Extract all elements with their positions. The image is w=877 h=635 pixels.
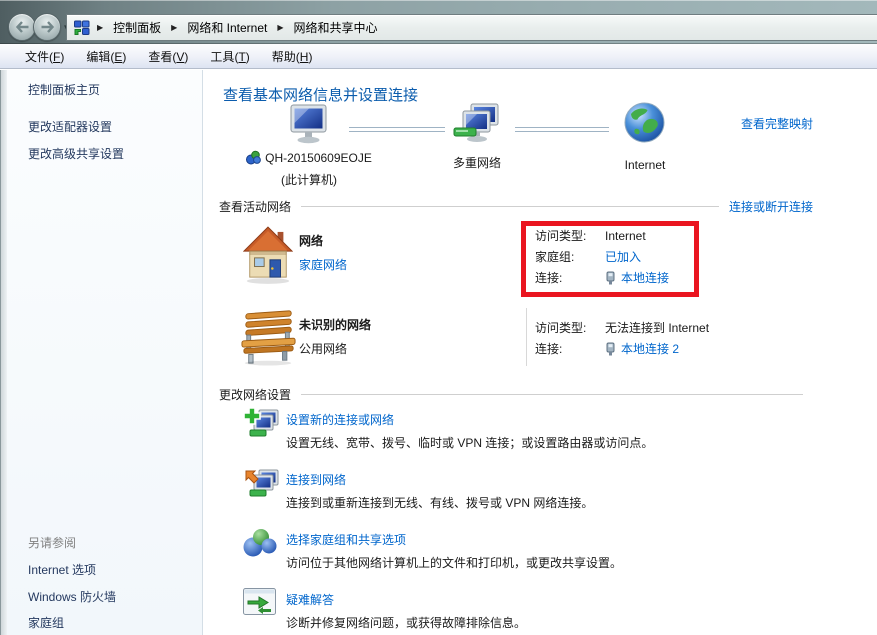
breadcrumb-network-sharing-center[interactable]: 网络和共享中心 xyxy=(291,17,381,38)
internet-globe-icon[interactable] xyxy=(623,101,666,147)
change-settings-header: 更改网络设置 xyxy=(219,386,291,403)
page-title: 查看基本网络信息并设置连接 xyxy=(223,84,418,105)
troubleshoot-desc: 诊断并修复网络问题，或获得故障排除信息。 xyxy=(286,614,526,631)
connect-to-network-link[interactable]: 连接到网络 xyxy=(286,471,346,488)
see-also-header: 另请参阅 xyxy=(28,534,76,551)
change-settings-section: 更改网络设置 xyxy=(219,386,813,403)
this-computer-icon[interactable] xyxy=(285,103,331,148)
home-network-icon xyxy=(243,225,293,288)
sidebar-item-change-advanced-sharing[interactable]: 更改高级共享设置 xyxy=(28,145,124,162)
network2-category: 公用网络 xyxy=(299,340,347,357)
view-full-map-link[interactable]: 查看完整映射 xyxy=(741,115,813,132)
homegroup-options-link[interactable]: 选择家庭组和共享选项 xyxy=(286,531,406,548)
section-rule xyxy=(301,206,719,207)
network-sharing-center-window: ▾ ▶ 控制面板 ▶ 网络和 Internet ▶ 网络和共享中心 文件(F) … xyxy=(0,0,877,635)
sidebar-item-homegroup[interactable]: 家庭组 xyxy=(28,614,64,631)
menu-help[interactable]: 帮助(H) xyxy=(261,45,324,68)
connect-to-network-desc: 连接到或重新连接到无线、有线、拨号或 VPN 网络连接。 xyxy=(286,494,593,511)
troubleshoot-icon[interactable] xyxy=(242,586,278,621)
troubleshoot-link[interactable]: 疑难解答 xyxy=(286,591,334,608)
computer-name-label: QH-20150609EOJE (此计算机) xyxy=(221,150,397,188)
section-rule xyxy=(301,394,803,395)
this-computer-note: (此计算机) xyxy=(221,171,397,188)
window-titlebar: ▾ ▶ 控制面板 ▶ 网络和 Internet ▶ 网络和共享中心 xyxy=(0,0,877,44)
sidebar-item-change-adapter-settings[interactable]: 更改适配器设置 xyxy=(28,118,112,135)
sidebar-item-windows-firewall[interactable]: Windows 防火墙 xyxy=(28,588,116,605)
multiple-networks-icon[interactable] xyxy=(451,103,501,148)
public-network-icon xyxy=(240,310,298,369)
local-connection2-link[interactable]: 本地连接 2 xyxy=(621,340,679,357)
breadcrumb-chevron[interactable]: ▶ xyxy=(95,23,105,32)
access-type-label: 访问类型: xyxy=(535,319,605,336)
access-type-value: 无法连接到 Internet xyxy=(605,319,709,336)
forward-arrow-icon xyxy=(40,21,55,33)
connect-disconnect-link[interactable]: 连接或断开连接 xyxy=(729,198,813,215)
network1-name: 网络 xyxy=(299,232,323,249)
ethernet-adapter-icon xyxy=(605,342,616,356)
sidebar-item-internet-options[interactable]: Internet 选项 xyxy=(28,561,96,578)
back-button[interactable] xyxy=(8,13,36,41)
breadcrumb-network-internet[interactable]: 网络和 Internet xyxy=(184,17,270,38)
map-connector-line xyxy=(515,127,609,132)
multiple-networks-label: 多重网络 xyxy=(437,154,517,171)
setup-new-connection-desc: 设置无线、宽带、拨号、临时或 VPN 连接；或设置路由器或访问点。 xyxy=(286,434,653,451)
homegroup-options-icon[interactable] xyxy=(242,526,278,563)
sidebar: 控制面板主页 更改适配器设置 更改高级共享设置 另请参阅 Internet 选项… xyxy=(7,70,203,635)
details-divider xyxy=(526,308,527,366)
breadcrumb-control-panel[interactable]: 控制面板 xyxy=(110,17,164,38)
breadcrumb-chevron[interactable]: ▶ xyxy=(169,23,179,32)
active-networks-header: 查看活动网络 xyxy=(219,198,291,215)
network2-name: 未识别的网络 xyxy=(299,316,371,333)
sidebar-item-control-panel-home[interactable]: 控制面板主页 xyxy=(28,81,100,98)
new-connection-icon[interactable] xyxy=(242,406,280,445)
window-body: 控制面板主页 更改适配器设置 更改高级共享设置 另请参阅 Internet 选项… xyxy=(0,70,877,635)
network-sharing-center-icon[interactable] xyxy=(73,20,90,36)
active-networks-section: 查看活动网络 连接或断开连接 xyxy=(219,198,813,215)
connections-label: 连接: xyxy=(535,340,605,357)
connect-to-network-icon[interactable] xyxy=(242,466,280,505)
forward-button[interactable] xyxy=(33,13,61,41)
menu-edit[interactable]: 编辑(E) xyxy=(75,45,137,68)
menu-file[interactable]: 文件(F) xyxy=(14,45,75,68)
main-content: 查看基本网络信息并设置连接 xyxy=(203,70,877,635)
back-arrow-icon xyxy=(15,21,30,33)
navigation-buttons: ▾ xyxy=(8,13,73,41)
menu-view[interactable]: 查看(V) xyxy=(137,45,199,68)
internet-label: Internet xyxy=(611,158,679,172)
menu-tools[interactable]: 工具(T) xyxy=(199,45,260,68)
map-connector-line xyxy=(349,127,445,132)
menu-bar: 文件(F) 编辑(E) 查看(V) 工具(T) 帮助(H) xyxy=(0,44,877,69)
network2-details: 访问类型: 无法连接到 Internet 连接: 本地连接 2 xyxy=(535,317,709,359)
network1-category-link[interactable]: 家庭网络 xyxy=(299,256,347,273)
homegroup-mini-icon xyxy=(246,150,261,165)
window-frame-edge xyxy=(0,70,7,635)
annotation-box xyxy=(521,221,699,297)
breadcrumb-chevron[interactable]: ▶ xyxy=(275,23,285,32)
address-bar[interactable]: ▶ 控制面板 ▶ 网络和 Internet ▶ 网络和共享中心 xyxy=(66,14,877,41)
homegroup-options-desc: 访问位于其他网络计算机上的文件和打印机，或更改共享设置。 xyxy=(286,554,622,571)
setup-new-connection-link[interactable]: 设置新的连接或网络 xyxy=(286,411,394,428)
